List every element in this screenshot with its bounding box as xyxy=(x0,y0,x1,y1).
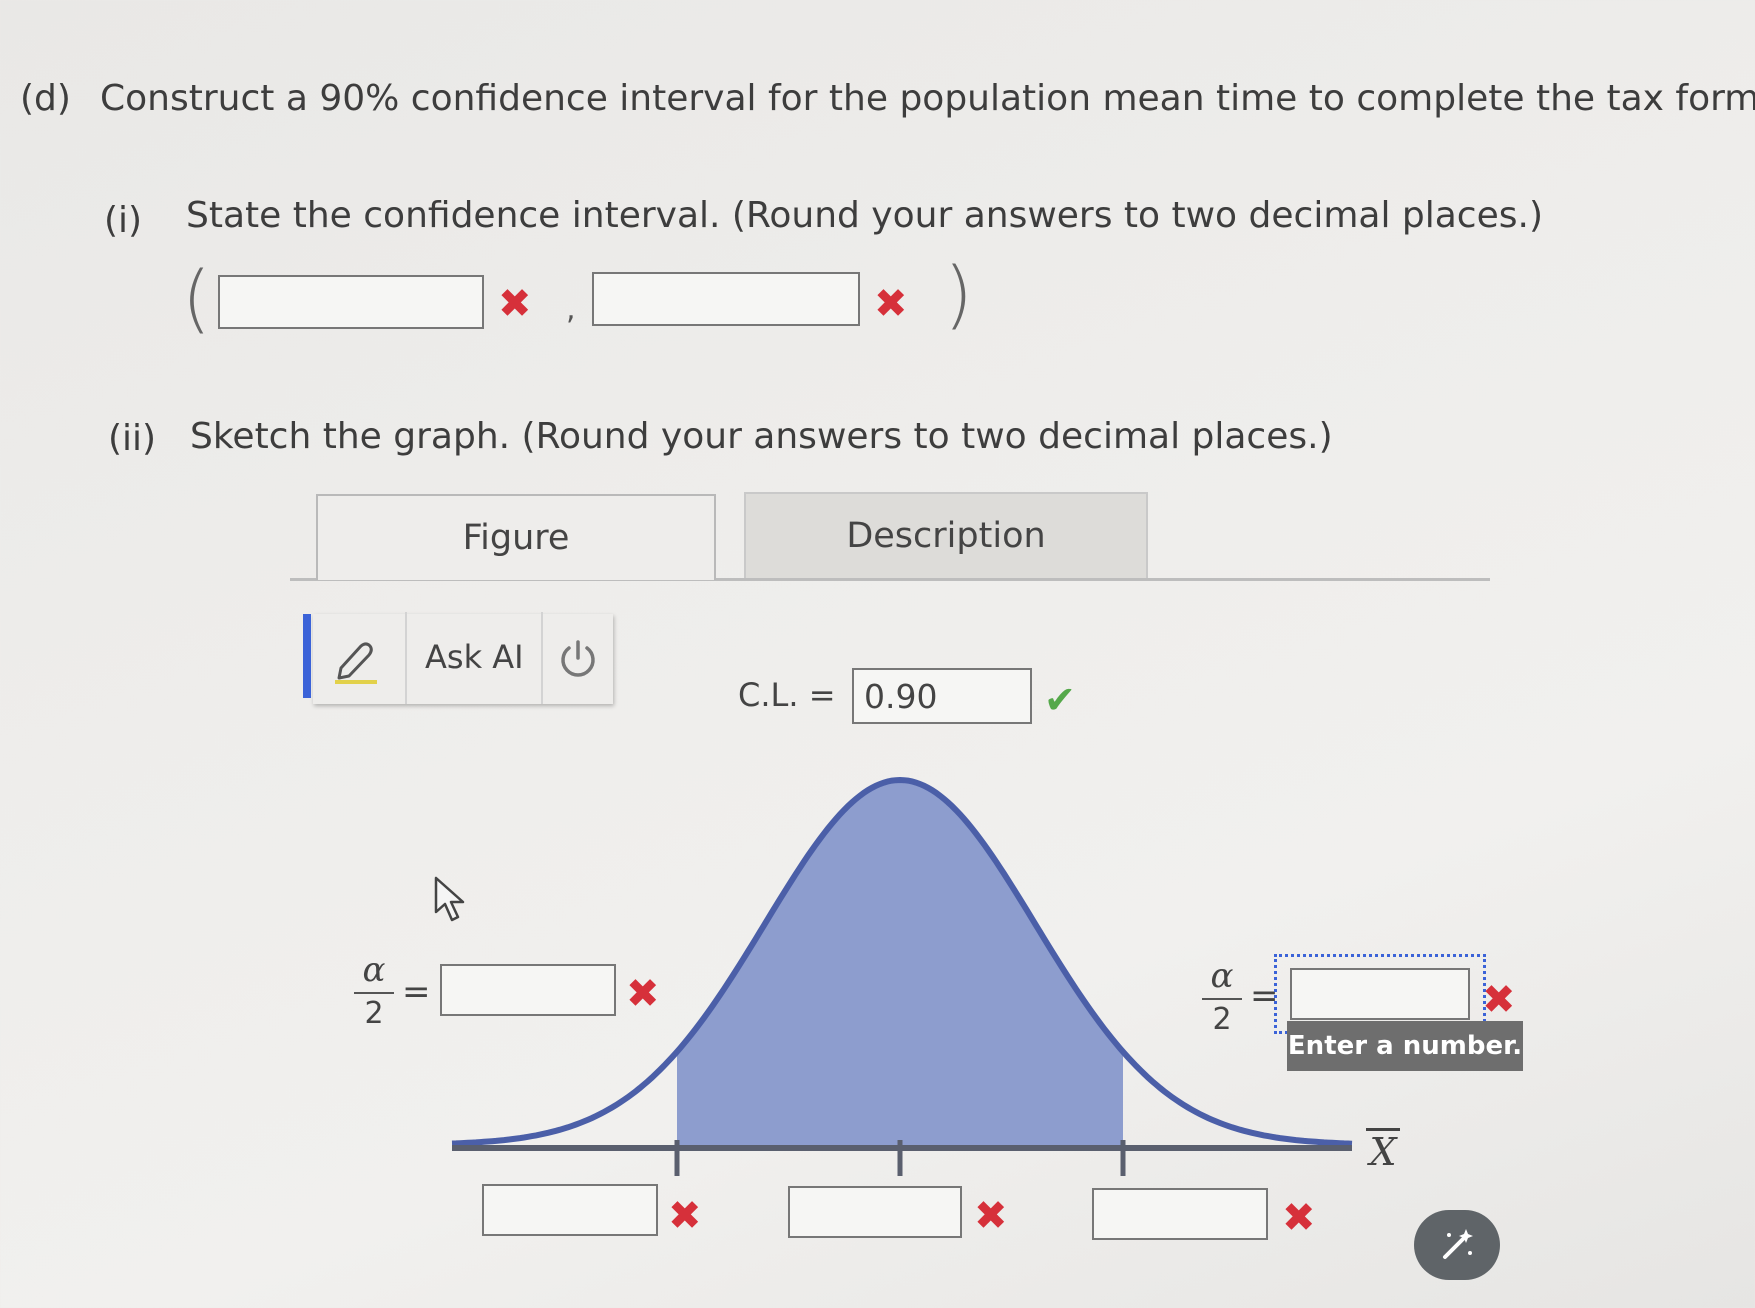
open-paren: ( xyxy=(182,256,211,342)
incorrect-icon: ✖ xyxy=(974,1193,1008,1239)
right-alpha-fraction: α 2 xyxy=(1202,956,1242,1037)
axis-left-input[interactable] xyxy=(482,1184,658,1236)
magic-wand-button[interactable] xyxy=(1414,1210,1500,1280)
part-ii-label: (ii) xyxy=(108,418,157,459)
tooltip: Enter a number. xyxy=(1287,1021,1523,1071)
alpha-numerator: α xyxy=(1210,956,1234,996)
axis-right-input[interactable] xyxy=(1092,1188,1268,1240)
interval-separator: , xyxy=(566,292,576,327)
part-i-label: (i) xyxy=(104,200,143,241)
part-d-label: (d) xyxy=(20,78,71,119)
mouse-cursor-icon xyxy=(434,876,465,922)
incorrect-icon: ✖ xyxy=(1482,977,1516,1023)
left-alpha-fraction: α 2 xyxy=(354,950,394,1031)
ai-toolbar: Ask AI xyxy=(303,612,613,704)
incorrect-icon: ✖ xyxy=(498,281,532,327)
cl-input[interactable] xyxy=(852,668,1032,724)
cl-label: C.L. = xyxy=(738,676,836,714)
x-bar-label: X xyxy=(1366,1128,1400,1171)
alpha-denominator: 2 xyxy=(364,996,384,1031)
ask-ai-button[interactable]: Ask AI xyxy=(425,638,524,676)
incorrect-icon: ✖ xyxy=(874,281,908,327)
part-i-question: State the confidence interval. (Round yo… xyxy=(186,195,1543,236)
axis-center-input[interactable] xyxy=(788,1186,962,1238)
tab-figure[interactable]: Figure xyxy=(316,494,716,580)
toolbar-divider xyxy=(541,612,543,704)
ci-upper-input[interactable] xyxy=(592,272,860,326)
part-d-question: Construct a 90% confidence interval for … xyxy=(100,78,1755,119)
ci-lower-input[interactable] xyxy=(218,275,484,329)
part-ii-question: Sketch the graph. (Round your answers to… xyxy=(190,416,1333,457)
close-paren: ) xyxy=(944,252,973,338)
incorrect-icon: ✖ xyxy=(668,1193,702,1239)
incorrect-icon: ✖ xyxy=(1282,1195,1316,1241)
toolbar-accent-bar xyxy=(303,614,311,698)
equals-sign: = xyxy=(402,972,431,1012)
magic-wand-icon xyxy=(1443,1229,1473,1259)
tab-figure-label: Figure xyxy=(462,518,570,558)
incorrect-icon: ✖ xyxy=(626,971,660,1017)
tab-description-label: Description xyxy=(846,516,1046,556)
fraction-bar xyxy=(1202,998,1242,1000)
left-tail-input[interactable] xyxy=(440,964,616,1016)
alpha-numerator: α xyxy=(362,950,386,990)
tab-description[interactable]: Description xyxy=(744,492,1148,578)
alpha-denominator: 2 xyxy=(1212,1002,1232,1037)
fraction-bar xyxy=(354,992,394,994)
toolbar-divider xyxy=(405,612,407,704)
correct-icon: ✔ xyxy=(1044,678,1076,722)
power-icon[interactable] xyxy=(555,636,601,682)
axis-label: X xyxy=(1369,1130,1397,1174)
pencil-icon[interactable] xyxy=(329,634,379,684)
right-tail-input[interactable] xyxy=(1290,968,1470,1020)
